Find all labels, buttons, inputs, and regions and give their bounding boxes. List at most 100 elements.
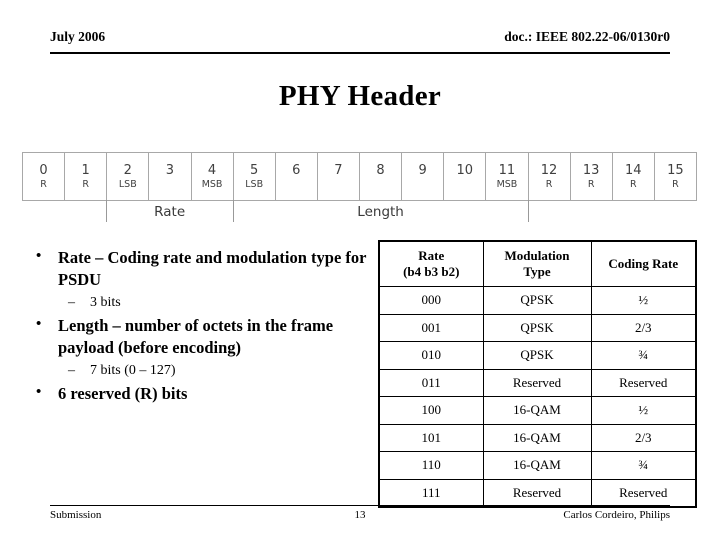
table-cell: Reserved <box>482 478 592 508</box>
bit-sublabel: R <box>545 178 553 190</box>
bit-cell-6: 6 <box>276 153 318 200</box>
footer-submission: Submission <box>50 509 102 521</box>
bit-cell-15: 15 R <box>655 153 696 200</box>
bit-number: 4 <box>207 162 217 178</box>
bit-number: 12 <box>540 162 558 178</box>
table-header-rate: Rate (b4 b3 b2) <box>378 240 484 287</box>
bit-number: 11 <box>498 162 516 178</box>
slide-header: July 2006 doc.: IEEE 802.22-06/0130r0 <box>50 28 670 54</box>
header-date: July 2006 <box>50 29 106 44</box>
rate-modulation-table: Rate (b4 b3 b2) Modulation Type Coding R… <box>378 240 697 508</box>
bit-sublabel: LSB <box>245 178 264 190</box>
table-cell: 111 <box>378 478 484 508</box>
bit-cell-8: 8 <box>360 153 403 200</box>
phy-header-bitfield-diagram: 0 R 1 R 2 LSB 3 4 MSB 5 LSB 6 7 8 9 10 11 MSB 12 R 13 R 14 R 15 R… <box>22 152 697 227</box>
bit-cell-13: 13 R <box>571 153 613 200</box>
table-cell: 100 <box>378 396 484 425</box>
bit-cell-10: 10 <box>444 153 487 200</box>
table-cell: Reserved <box>590 478 697 508</box>
bullet-item-level1: Rate – Coding rate and modulation type f… <box>18 246 368 290</box>
table-cell: QPSK <box>482 341 592 370</box>
table-header-modulation: Modulation Type <box>482 240 592 287</box>
bit-number: 5 <box>250 162 259 178</box>
table-header-modulation-line1: Modulation <box>504 248 570 263</box>
table-cell: 011 <box>378 368 484 397</box>
bit-cell-12: 12 R <box>529 153 571 200</box>
bit-cell-4: 4 MSB <box>192 153 234 200</box>
bullet-item-level2: 7 bits (0 – 127) <box>18 360 368 381</box>
table-header-modulation-line2: Type <box>523 264 551 279</box>
table-cell: 101 <box>378 423 484 452</box>
bit-number: 7 <box>334 162 343 178</box>
bit-number: 3 <box>165 162 175 178</box>
bit-number: 2 <box>123 162 132 178</box>
bit-cell-row: 0 R 1 R 2 LSB 3 4 MSB 5 LSB 6 7 8 9 10 11 MSB 12 R 13 R 14 R 15 R <box>22 152 697 201</box>
table-row: 110 16-QAM ¾ <box>378 451 697 480</box>
table-cell: ½ <box>590 396 697 425</box>
bit-number: 13 <box>582 162 600 178</box>
bit-number: 10 <box>456 162 474 178</box>
span-label-length: Length <box>357 204 404 220</box>
table-cell: Reserved <box>590 368 697 397</box>
table-row: 011 Reserved Reserved <box>378 368 697 397</box>
table-cell: 16-QAM <box>482 396 592 425</box>
table-row: 001 QPSK 2/3 <box>378 313 697 342</box>
bit-sublabel: R <box>40 178 47 190</box>
bit-sublabel: R <box>630 178 637 190</box>
bit-number: 8 <box>376 162 385 178</box>
span-divider-tick <box>528 200 530 222</box>
table-row: 010 QPSK ¾ <box>378 341 697 370</box>
table-header-rate-line2: (b4 b3 b2) <box>403 264 460 279</box>
bullet-list: Rate – Coding rate and modulation type f… <box>18 246 368 407</box>
bullet-item-level2: 3 bits <box>18 292 368 313</box>
bullet-item-level1: 6 reserved (R) bits <box>18 382 368 405</box>
table-cell: QPSK <box>482 286 592 315</box>
table-header-row: Rate (b4 b3 b2) Modulation Type Coding R… <box>378 240 697 287</box>
table-header-coding-rate-line1: Coding Rate <box>608 256 679 271</box>
table-cell: ¾ <box>590 341 697 370</box>
bit-cell-7: 7 <box>318 153 360 200</box>
table-row: 000 QPSK ½ <box>378 286 697 315</box>
table-cell: 2/3 <box>590 423 697 452</box>
bit-sublabel: R <box>82 178 89 190</box>
table-cell: Reserved <box>482 368 592 397</box>
table-cell: 010 <box>378 341 484 370</box>
bit-sublabel: MSB <box>496 178 518 190</box>
table-cell: ½ <box>590 286 697 315</box>
bit-sublabel: LSB <box>118 178 137 190</box>
table-cell: 110 <box>378 451 484 480</box>
table-row: 100 16-QAM ½ <box>378 396 697 425</box>
bit-sublabel: R <box>587 178 595 190</box>
bit-cell-1: 1R <box>65 153 108 200</box>
page-title: PHY Header <box>278 80 442 112</box>
bit-cell-5: 5 LSB <box>234 153 276 200</box>
bit-sublabel: MSB <box>201 178 223 190</box>
bitfield-span-rule <box>22 200 697 201</box>
bit-cell-0: 0R <box>23 153 66 200</box>
table-cell: 000 <box>378 286 484 315</box>
table-header-coding-rate: Coding Rate <box>590 240 697 287</box>
bit-cell-3: 3 <box>149 153 192 200</box>
bit-number: 14 <box>625 162 642 178</box>
table-row: 101 16-QAM 2/3 <box>378 423 697 452</box>
table-cell: 16-QAM <box>482 451 592 480</box>
table-cell: ¾ <box>590 451 697 480</box>
bit-number: 0 <box>39 162 48 178</box>
bit-cell-11: 11 MSB <box>486 153 529 200</box>
header-document: doc.: IEEE 802.22-06/0130r0 <box>504 29 670 44</box>
footer-page-number: 13 <box>354 509 366 521</box>
bit-cell-9: 9 <box>402 153 445 200</box>
bit-cell-14: 14 R <box>613 153 655 200</box>
table-cell: 2/3 <box>590 313 697 342</box>
bit-number: 6 <box>292 162 301 178</box>
table-cell: 001 <box>378 313 484 342</box>
bit-number: 15 <box>667 162 684 178</box>
bullet-item-level1: Length – number of octets in the frame p… <box>18 314 368 358</box>
table-cell: 16-QAM <box>482 423 592 452</box>
span-label-rate: Rate <box>154 204 186 220</box>
bit-sublabel: R <box>672 178 679 190</box>
bit-number: 1 <box>81 162 90 178</box>
slide-footer: Submission 13 Carlos Cordeiro, Philips <box>50 505 670 528</box>
bit-cell-2: 2 LSB <box>107 153 150 200</box>
bit-number: 9 <box>418 162 427 178</box>
